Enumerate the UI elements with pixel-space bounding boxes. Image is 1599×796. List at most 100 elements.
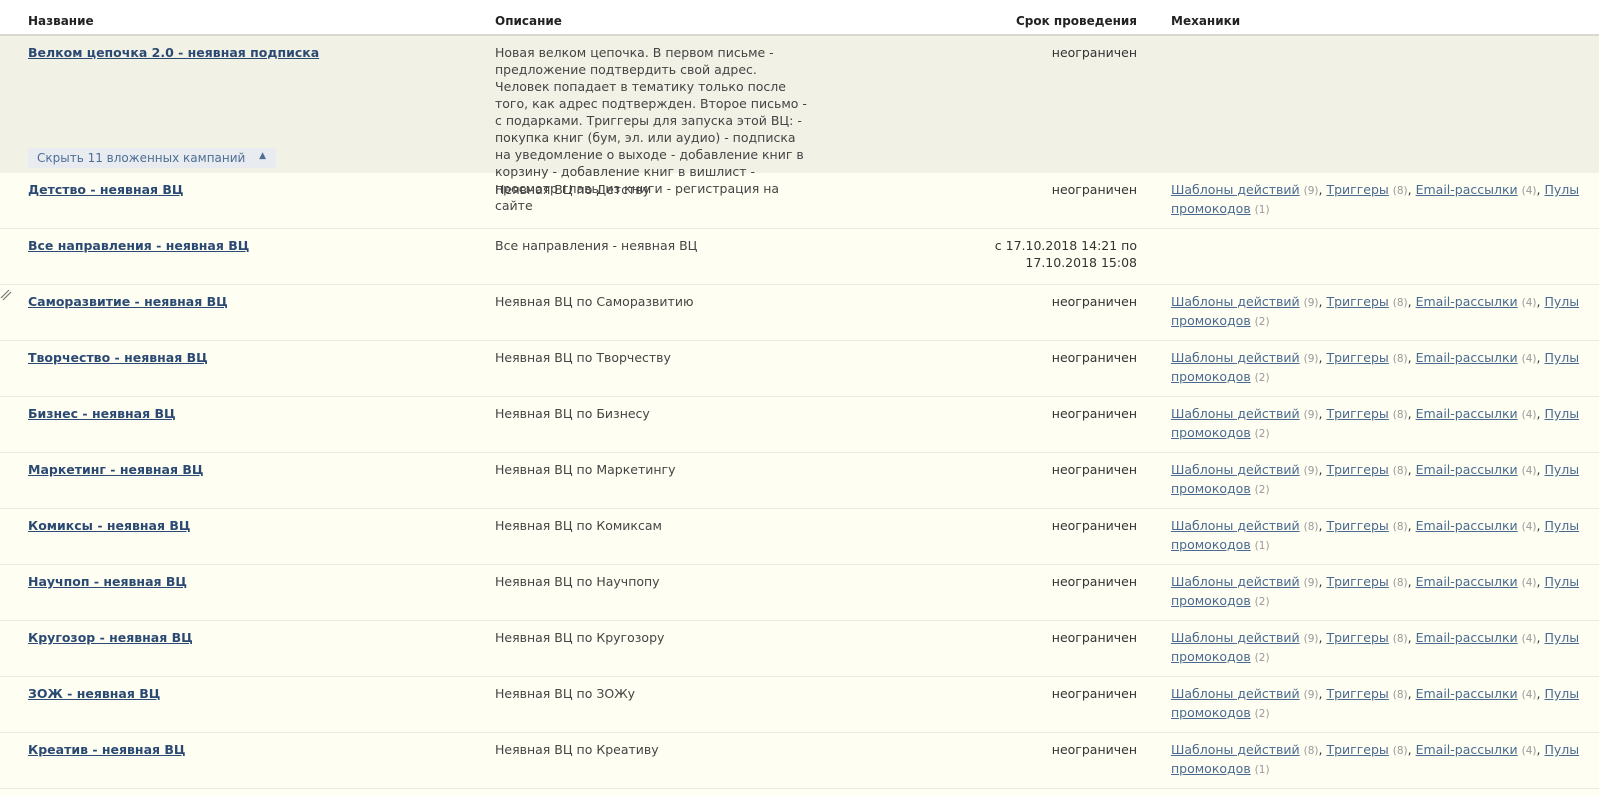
parent-campaign-row: Велком цепочка 2.0 - неявная подписка Но… xyxy=(0,36,1599,213)
campaign-name-link[interactable]: ЗОЖ - неявная ВЦ xyxy=(28,686,160,701)
campaign-mechanics: Шаблоны действий (9), Триггеры (8), Emai… xyxy=(1171,630,1580,664)
chevron-up-icon: ▲ xyxy=(259,151,266,161)
campaign-row: Саморазвитие - неявная ВЦ Неявная ВЦ по С… xyxy=(0,285,1599,341)
campaign-description: Неявная ВЦ по Комиксам xyxy=(495,518,662,533)
campaign-row: Комиксы - неявная ВЦ Неявная ВЦ по Комикс… xyxy=(0,509,1599,565)
promo-pools-count: (1) xyxy=(1254,764,1270,776)
campaign-name-link[interactable]: Комиксы - неявная ВЦ xyxy=(28,518,191,533)
campaign-description: Все направления - неявная ВЦ xyxy=(495,238,698,253)
campaign-name-link[interactable]: Бизнес - неявная ВЦ xyxy=(28,406,176,421)
campaign-row: Все направления - неявная ВЦ Все направле… xyxy=(0,229,1599,285)
email-mailings-link[interactable]: Email-рассылки xyxy=(1416,630,1518,645)
campaign-name-link[interactable]: Велком цепочка 2.0 - неявная подписка xyxy=(28,45,319,60)
email-mailings-count: (4) xyxy=(1521,577,1537,589)
email-mailings-link[interactable]: Email-рассылки xyxy=(1416,742,1518,757)
triggers-link[interactable]: Триггеры xyxy=(1326,406,1388,421)
triggers-link[interactable]: Триггеры xyxy=(1326,518,1388,533)
promo-pools-label-1: Пулы xyxy=(1544,742,1580,757)
promo-pools-label-2: промокодов xyxy=(1171,761,1251,776)
promo-pools-count: (1) xyxy=(1254,540,1270,552)
column-header-period[interactable]: Срок проведения xyxy=(810,0,1137,34)
campaign-row: Научпоп - неявная ВЦ Неявная ВЦ по Научпо… xyxy=(0,565,1599,621)
campaign-name-link[interactable]: Маркетинг - неявная ВЦ xyxy=(28,462,203,477)
promo-pools-label-2: промокодов xyxy=(1171,593,1251,608)
campaign-period: с 17.10.2018 14:21 по 17.10.2018 15:08 xyxy=(810,229,1137,284)
email-mailings-link[interactable]: Email-рассылки xyxy=(1416,518,1518,533)
table-header: Название Описание Срок проведения Механи… xyxy=(0,0,1599,36)
triggers-link[interactable]: Триггеры xyxy=(1326,462,1388,477)
campaign-row: Креатив - неявная ВЦ Неявная ВЦ по Креати… xyxy=(0,733,1599,789)
campaign-period: неограничен xyxy=(1051,406,1137,421)
email-mailings-link[interactable]: Email-рассылки xyxy=(1416,574,1518,589)
action-templates-link[interactable]: Шаблоны действий xyxy=(1171,406,1300,421)
action-templates-count: (8) xyxy=(1303,521,1319,533)
email-mailings-count: (4) xyxy=(1521,409,1537,421)
email-mailings-link[interactable]: Email-рассылки xyxy=(1416,406,1518,421)
campaign-period: неограничен xyxy=(1051,518,1137,533)
email-mailings-link[interactable]: Email-рассылки xyxy=(1416,686,1518,701)
campaign-mechanics: Шаблоны действий (9), Триггеры (8), Emai… xyxy=(1171,294,1580,328)
email-mailings-count: (4) xyxy=(1521,689,1537,701)
triggers-link[interactable]: Триггеры xyxy=(1326,294,1388,309)
column-header-mechanics: Механики xyxy=(1171,14,1241,28)
period-start: с 17.10.2018 14:21 по xyxy=(994,238,1137,253)
action-templates-count: (9) xyxy=(1303,577,1319,589)
email-mailings-count: (4) xyxy=(1521,745,1537,757)
campaign-name-link[interactable]: Кругозор - неявная ВЦ xyxy=(28,630,193,645)
collapse-nested-button[interactable]: Скрыть 11 вложенных кампаний ▲ xyxy=(28,148,276,168)
campaign-mechanics: Шаблоны действий (9), Триггеры (8), Emai… xyxy=(1171,574,1580,608)
promo-pools-label-2: промокодов xyxy=(1171,537,1251,552)
triggers-count: (8) xyxy=(1392,521,1408,533)
promo-pools-label-2: промокодов xyxy=(1171,425,1251,440)
campaign-name-link[interactable]: Научпоп - неявная ВЦ xyxy=(28,574,187,589)
action-templates-link[interactable]: Шаблоны действий xyxy=(1171,462,1300,477)
promo-pools-count: (2) xyxy=(1254,596,1270,608)
email-mailings-count: (4) xyxy=(1521,465,1537,477)
triggers-link[interactable]: Триггеры xyxy=(1326,630,1388,645)
campaign-description: Неявная ВЦ по Кругозору xyxy=(495,630,665,645)
email-mailings-link[interactable]: Email-рассылки xyxy=(1416,350,1518,365)
triggers-link[interactable]: Триггеры xyxy=(1326,350,1388,365)
campaign-mechanics: Шаблоны действий (9), Триггеры (8), Emai… xyxy=(1171,350,1580,384)
action-templates-link[interactable]: Шаблоны действий xyxy=(1171,742,1300,757)
email-mailings-link[interactable]: Email-рассылки xyxy=(1416,294,1518,309)
action-templates-link[interactable]: Шаблоны действий xyxy=(1171,686,1300,701)
campaign-name-link[interactable]: Все направления - неявная ВЦ xyxy=(28,238,249,253)
triggers-count: (8) xyxy=(1392,689,1408,701)
promo-pools-label-2: промокодов xyxy=(1171,369,1251,384)
action-templates-link[interactable]: Шаблоны действий xyxy=(1171,574,1300,589)
triggers-link[interactable]: Триггеры xyxy=(1326,742,1388,757)
triggers-count: (8) xyxy=(1392,745,1408,757)
campaign-mechanics: Шаблоны действий (8), Триггеры (8), Emai… xyxy=(1171,518,1580,552)
campaign-rows: Детство - неявная ВЦ Неявная ВЦ по Детств… xyxy=(0,173,1599,789)
action-templates-link[interactable]: Шаблоны действий xyxy=(1171,350,1300,365)
campaign-period: неограничен xyxy=(1051,574,1137,589)
campaign-name-link[interactable]: Саморазвитие - неявная ВЦ xyxy=(28,294,228,309)
triggers-link[interactable]: Триггеры xyxy=(1326,574,1388,589)
campaign-period: неограничен xyxy=(1051,294,1137,309)
pencil-icon[interactable] xyxy=(0,287,14,301)
action-templates-link[interactable]: Шаблоны действий xyxy=(1171,630,1300,645)
action-templates-link[interactable]: Шаблоны действий xyxy=(1171,518,1300,533)
action-templates-link[interactable]: Шаблоны действий xyxy=(1171,294,1300,309)
campaign-name-link[interactable]: Творчество - неявная ВЦ xyxy=(28,350,208,365)
triggers-link[interactable]: Триггеры xyxy=(1326,686,1388,701)
email-mailings-count: (4) xyxy=(1521,633,1537,645)
campaign-name-link[interactable]: Креатив - неявная ВЦ xyxy=(28,742,186,757)
email-mailings-link[interactable]: Email-рассылки xyxy=(1416,462,1518,477)
campaign-period: неограничен xyxy=(1051,350,1137,365)
promo-pools-label-2: промокодов xyxy=(1171,313,1251,328)
promo-pools-label-1: Пулы xyxy=(1544,406,1580,421)
promo-pools-count: (2) xyxy=(1254,316,1270,328)
promo-pools-count: (2) xyxy=(1254,652,1270,664)
action-templates-count: (8) xyxy=(1303,745,1319,757)
period-end: 17.10.2018 15:08 xyxy=(1025,255,1137,270)
campaign-mechanics: Шаблоны действий (9), Триггеры (8), Emai… xyxy=(1171,462,1580,496)
promo-pools-label-2: промокодов xyxy=(1171,705,1251,720)
campaign-period: неограничен xyxy=(1051,462,1137,477)
promo-pools-label-1: Пулы xyxy=(1544,686,1580,701)
column-header-name[interactable]: Название xyxy=(28,0,495,34)
campaign-mechanics: Шаблоны действий (9), Триггеры (8), Emai… xyxy=(1171,406,1580,440)
triggers-count: (8) xyxy=(1392,409,1408,421)
campaign-description: Новая велком цепочка. В первом письме - … xyxy=(495,45,807,213)
